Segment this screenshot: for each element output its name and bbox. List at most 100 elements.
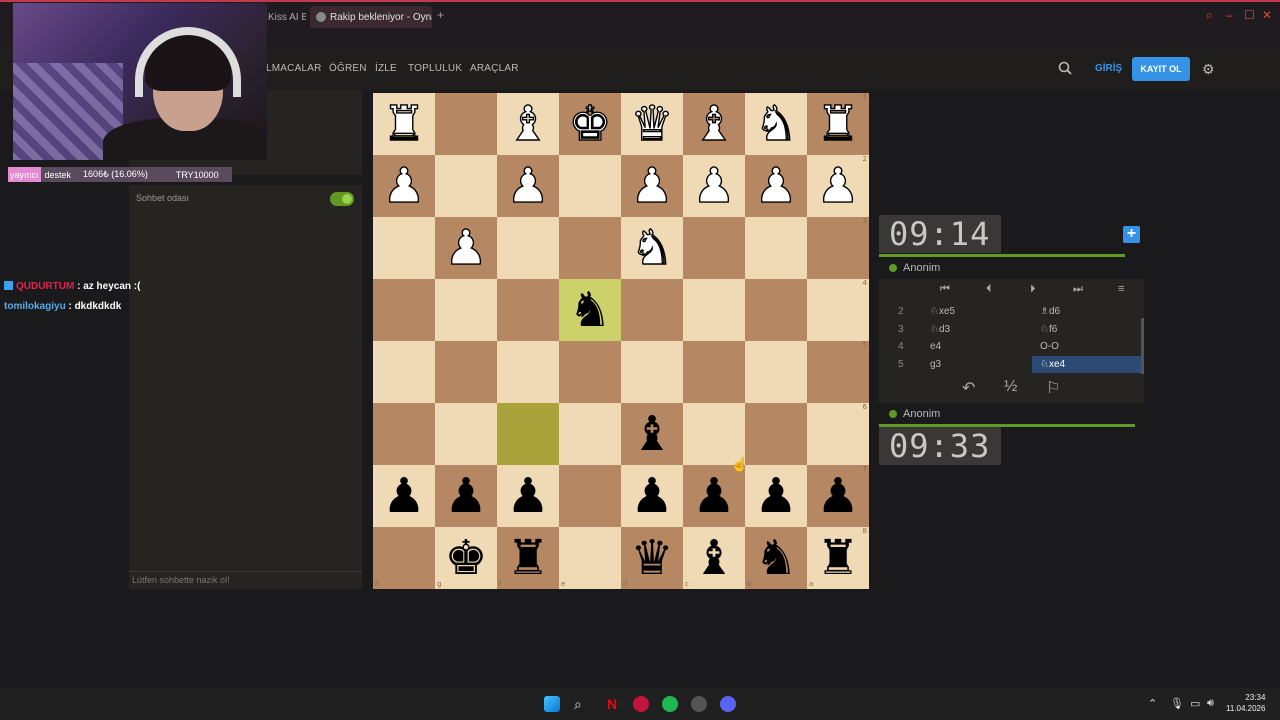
board-square[interactable] (621, 341, 683, 403)
white-pawn-icon[interactable]: ♟ (754, 161, 798, 210)
board-square[interactable] (497, 279, 559, 341)
chat-input[interactable]: Lütfen sohbette nazik ol! (129, 571, 362, 589)
nav-puzzles[interactable]: LMACALAR (266, 63, 322, 74)
menu-icon[interactable]: ≡ (1118, 283, 1124, 295)
board-square[interactable]: e (559, 527, 621, 589)
white-move[interactable]: ♘d3 (930, 324, 950, 335)
last-move-icon[interactable]: ⏭ (1073, 283, 1083, 296)
black-bishop-icon[interactable]: ♝ (630, 410, 673, 458)
board-square[interactable] (435, 279, 497, 341)
chess-board[interactable]: ♜ ♝ ♚ ♛ ♝ ♞ ♜ 1 ♟ ♟ ♟ ♟ ♟ ♟ 2 ♟ ♞ 3 ♞ 4 5 ♝ 6 ♟ ♟ ♟ ♟ ♟ ♟ ♟ 7 h ♚ g ♜ f e ♛ d ♝… (373, 93, 869, 589)
white-move[interactable]: e4 (930, 341, 941, 352)
board-square[interactable]: ♞ (745, 93, 807, 155)
board-square[interactable]: 4 (807, 279, 869, 341)
offer-draw-button[interactable]: ½ (1004, 378, 1017, 396)
white-bishop-icon[interactable]: ♝ (692, 99, 736, 148)
resign-flag-icon[interactable]: ⚐ (1046, 378, 1060, 398)
board-square[interactable]: ♜ f (497, 527, 559, 589)
white-pawn-icon[interactable]: ♟ (816, 161, 860, 210)
add-time-button[interactable]: + (1123, 226, 1140, 243)
board-square[interactable] (435, 341, 497, 403)
nav-community[interactable]: TOPLULUK (408, 63, 462, 74)
black-pawn-icon[interactable]: ♟ (506, 472, 549, 520)
board-square[interactable]: ♛ (621, 93, 683, 155)
takeback-icon[interactable]: ↶ (962, 378, 975, 398)
board-square[interactable]: ♜ 1 (807, 93, 869, 155)
board-square[interactable] (559, 217, 621, 279)
white-move[interactable]: ♘xe5 (930, 306, 955, 317)
nav-tools[interactable]: ARAÇLAR (470, 63, 519, 74)
board-square[interactable]: ♟ (435, 465, 497, 527)
opera-gx-icon[interactable] (633, 696, 649, 712)
black-pawn-icon[interactable]: ♟ (816, 472, 859, 520)
black-rook-icon[interactable]: ♜ (506, 534, 549, 582)
board-square[interactable]: ♟ (373, 155, 435, 217)
tab-lichess[interactable]: Rakip bekleniyor - Oyna Al (310, 6, 432, 28)
white-move[interactable]: g3 (930, 359, 941, 370)
windows-start-icon[interactable] (544, 696, 560, 712)
board-square[interactable]: ♞ (559, 279, 621, 341)
board-square[interactable] (435, 403, 497, 465)
black-knight-icon[interactable]: ♞ (754, 534, 797, 582)
board-square[interactable]: ♟ (497, 155, 559, 217)
next-move-icon[interactable]: ⏵ (1030, 283, 1036, 296)
nav-watch[interactable]: İZLE (375, 63, 397, 74)
board-square[interactable]: ♚ (559, 93, 621, 155)
board-square[interactable]: ♜ 8 a (807, 527, 869, 589)
black-move[interactable]: O-O (1040, 341, 1059, 352)
black-move[interactable]: ♗d6 (1040, 306, 1060, 317)
board-square[interactable] (683, 279, 745, 341)
board-square[interactable]: ♝ (497, 93, 559, 155)
board-square[interactable]: ♟ (373, 465, 435, 527)
board-square[interactable] (745, 341, 807, 403)
board-square[interactable] (559, 155, 621, 217)
maximize-button[interactable]: ☐ (1244, 8, 1255, 22)
board-square[interactable]: ♝ (683, 93, 745, 155)
chat-toggle[interactable] (330, 192, 354, 206)
nav-learn[interactable]: ÖĞREN (329, 63, 367, 74)
board-square[interactable] (373, 217, 435, 279)
opponent-name[interactable]: Anonim (889, 262, 940, 274)
close-button[interactable]: ✕ (1262, 8, 1272, 22)
white-pawn-icon[interactable]: ♟ (630, 161, 674, 210)
board-square[interactable]: ♟ (497, 465, 559, 527)
board-square[interactable]: ♝ (621, 403, 683, 465)
board-square[interactable] (745, 403, 807, 465)
board-square[interactable]: ♟ 2 (807, 155, 869, 217)
board-square[interactable] (373, 279, 435, 341)
prev-move-icon[interactable]: ⏴ (986, 283, 992, 296)
board-square[interactable] (559, 403, 621, 465)
black-pawn-icon[interactable]: ♟ (382, 472, 425, 520)
board-square[interactable] (559, 341, 621, 403)
black-bishop-icon[interactable]: ♝ (692, 534, 735, 582)
white-queen-icon[interactable]: ♛ (630, 99, 674, 148)
board-square[interactable]: ♟ (745, 465, 807, 527)
board-square[interactable] (497, 403, 559, 465)
tray-chevron-icon[interactable]: ⌃ (1148, 697, 1157, 710)
board-square[interactable] (373, 341, 435, 403)
board-square[interactable]: 5 (807, 341, 869, 403)
black-move[interactable]: ♘f6 (1040, 324, 1057, 335)
board-square[interactable] (745, 217, 807, 279)
board-square[interactable]: ♟ 7 (807, 465, 869, 527)
board-square[interactable] (683, 341, 745, 403)
black-pawn-icon[interactable]: ♟ (754, 472, 797, 520)
taskbar-search-icon[interactable]: ⌕ (574, 696, 590, 712)
black-king-icon[interactable]: ♚ (444, 534, 487, 582)
search-icon[interactable]: ⌕ (1206, 8, 1213, 23)
white-pawn-icon[interactable]: ♟ (692, 161, 736, 210)
first-move-icon[interactable]: ⏮ (940, 283, 950, 296)
black-pawn-icon[interactable]: ♟ (630, 472, 673, 520)
board-square[interactable] (435, 93, 497, 155)
white-knight-icon[interactable]: ♞ (754, 99, 798, 148)
move-list-scrollbar[interactable] (1141, 318, 1144, 374)
black-pawn-icon[interactable]: ♟ (692, 472, 735, 520)
minimize-button[interactable]: – (1226, 8, 1233, 22)
white-knight-icon[interactable]: ♞ (630, 223, 674, 272)
board-square[interactable]: ♟ (435, 217, 497, 279)
current-move[interactable]: ♘xe4 (1032, 356, 1144, 373)
white-bishop-icon[interactable]: ♝ (506, 99, 550, 148)
board-square[interactable]: ♛ d (621, 527, 683, 589)
spotify-icon[interactable] (662, 696, 678, 712)
white-rook-icon[interactable]: ♜ (816, 99, 860, 148)
